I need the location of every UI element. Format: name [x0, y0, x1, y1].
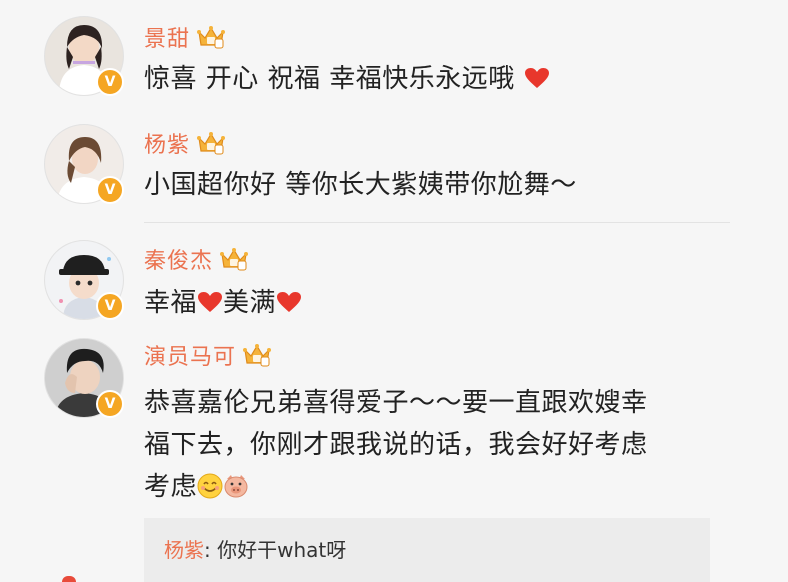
reply-username[interactable]: 杨紫 — [164, 538, 204, 562]
vip-crown-icon — [220, 248, 249, 271]
verified-badge: V — [96, 176, 124, 204]
avatar[interactable]: V — [44, 16, 126, 98]
comment-text: 恭喜嘉伦兄弟喜得爱子～～要一直跟欢嫂幸 福下去，你刚才跟我说的话，我会好好考虑 … — [144, 388, 648, 502]
reply-line: 杨紫: 你好干what呀 — [164, 534, 346, 563]
comment-username[interactable]: 秦俊杰 — [144, 243, 213, 275]
divider — [144, 222, 730, 223]
avatar[interactable]: V — [44, 240, 126, 322]
avatar[interactable]: V — [44, 338, 126, 420]
pig-emoji-icon — [224, 475, 248, 498]
reply-text: 你好干what呀 — [217, 538, 347, 562]
reply-separator: : — [204, 538, 218, 562]
comment-text: 小国超你好 等你长大紫姨带你尬舞～ — [144, 170, 577, 200]
heart-icon — [277, 292, 302, 312]
vip-crown-icon — [197, 132, 226, 155]
comment-username[interactable]: 演员马可 — [144, 339, 236, 371]
comment-username[interactable]: 杨紫 — [144, 127, 190, 159]
smile-emoji-icon — [197, 473, 223, 499]
verified-badge: V — [96, 68, 124, 96]
verified-badge: V — [96, 292, 124, 320]
vip-crown-icon — [243, 344, 272, 367]
heart-icon — [524, 68, 549, 88]
next-item-peek — [62, 576, 76, 582]
comment-text: 惊喜 开心 祝福 幸福快乐永远哦 — [144, 58, 550, 100]
avatar[interactable]: V — [44, 124, 126, 206]
heart-icon — [198, 292, 223, 312]
comment-list: V 景甜 惊喜 开心 祝福 幸福快乐永远哦 V 杨紫 小国超你好 等你长大紫姨带… — [0, 0, 788, 582]
vip-crown-icon — [197, 26, 226, 49]
reply-box[interactable]: 杨紫: 你好干what呀 — [144, 518, 710, 582]
comment-text: 幸福 美满 — [144, 282, 302, 324]
comment-username[interactable]: 景甜 — [144, 21, 190, 53]
verified-badge: V — [96, 390, 124, 418]
